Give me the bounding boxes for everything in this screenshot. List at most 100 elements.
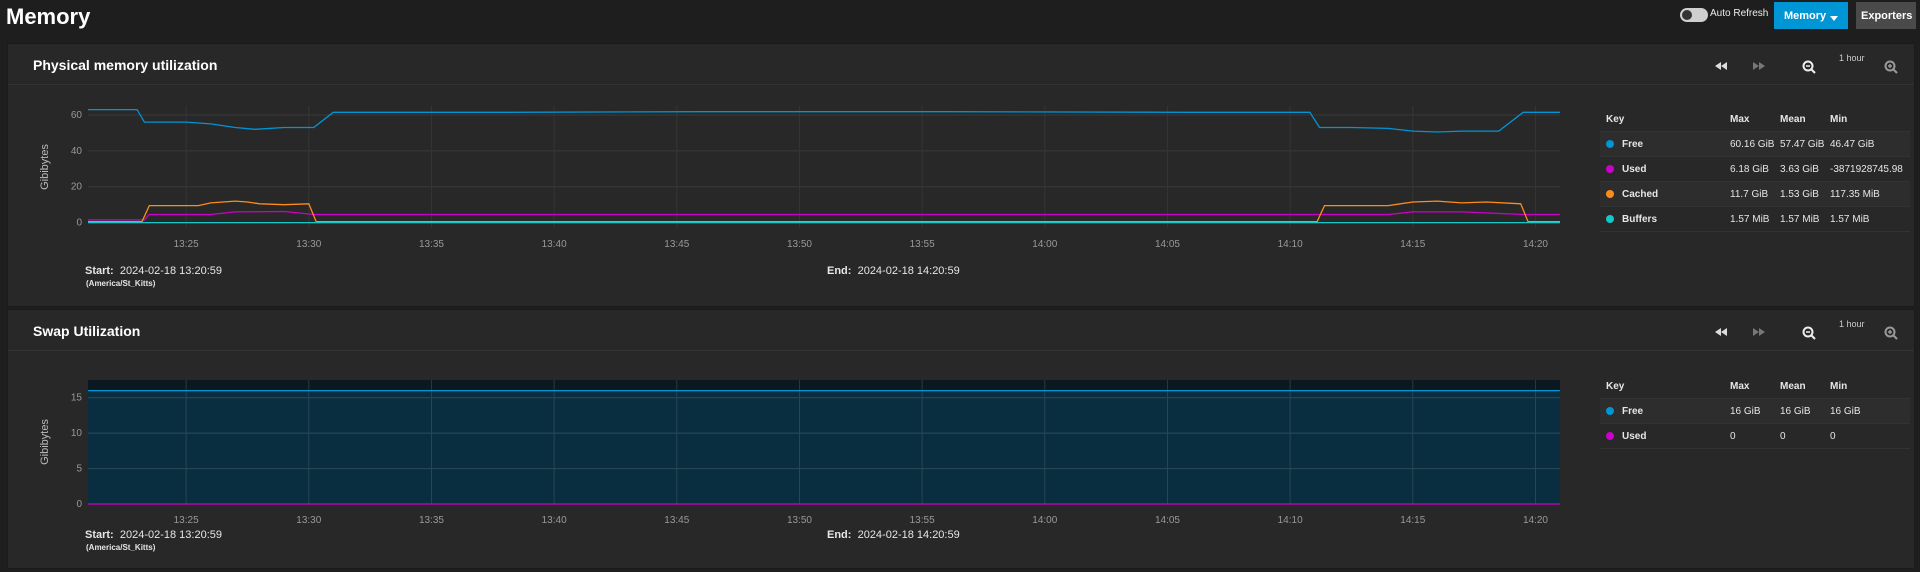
x-tick-label: 13:50 xyxy=(787,515,812,526)
x-tick-label: 14:05 xyxy=(1155,515,1180,526)
legend-mean: 57.47 GiB xyxy=(1780,139,1825,150)
legend-key-label: Used xyxy=(1622,431,1647,442)
chart-legend: Key Max Mean Min Free 60.16 GiB 57.47 Gi… xyxy=(1600,107,1910,232)
legend-header-max: Max xyxy=(1730,114,1750,125)
end-label: End: xyxy=(827,265,852,277)
legend-min: 0 xyxy=(1830,431,1836,442)
x-tick-label: 14:20 xyxy=(1523,239,1548,250)
exporters-button[interactable]: Exporters xyxy=(1856,2,1916,29)
timezone-label: (America/St_Kitts) xyxy=(86,279,156,288)
start-time: Start: 2024-02-18 13:20:59 xyxy=(85,529,222,541)
buffers-dot-icon xyxy=(1606,215,1614,223)
rewind-button[interactable] xyxy=(1714,326,1728,340)
swap-utilization-card: Swap Utilization 1 hour 0 5 10 15 13:25 13:30… xyxy=(8,310,1914,568)
chevron-down-icon xyxy=(1830,16,1838,21)
auto-refresh-toggle[interactable] xyxy=(1680,8,1708,22)
x-tick-label: 14:00 xyxy=(1032,239,1057,250)
legend-key: Buffers xyxy=(1606,214,1657,225)
toggle-knob xyxy=(1682,10,1692,20)
legend-header-min: Min xyxy=(1830,114,1848,125)
legend-max: 0 xyxy=(1730,431,1736,442)
legend-row-used[interactable]: Used 0 0 0 xyxy=(1600,424,1910,449)
cached-dot-icon xyxy=(1606,190,1614,198)
x-tick-label: 14:10 xyxy=(1278,239,1303,250)
auto-refresh-label: Auto Refresh xyxy=(1710,8,1769,19)
legend-min: 46.47 GiB xyxy=(1830,139,1875,150)
x-tick-label: 13:40 xyxy=(542,239,567,250)
x-tick-label: 14:15 xyxy=(1400,515,1425,526)
end-time: End: 2024-02-18 14:20:59 xyxy=(827,529,960,541)
end-value: 2024-02-18 14:20:59 xyxy=(857,265,960,277)
legend-row-cached[interactable]: Cached 11.7 GiB 1.53 GiB 117.35 MiB xyxy=(1600,182,1910,207)
end-time: End: 2024-02-18 14:20:59 xyxy=(827,265,960,277)
y-tick-label: 20 xyxy=(71,182,83,193)
x-tick-label: 14:05 xyxy=(1155,239,1180,250)
start-label: Start: xyxy=(85,265,114,277)
legend-max: 16 GiB xyxy=(1730,406,1761,417)
legend-row-free[interactable]: Free 16 GiB 16 GiB 16 GiB xyxy=(1600,399,1910,424)
y-axis-label: Gibibytes xyxy=(39,144,51,190)
y-tick-label: 60 xyxy=(71,110,83,121)
rewind-button[interactable] xyxy=(1714,60,1728,74)
legend-min: 16 GiB xyxy=(1830,406,1861,417)
memory-dropdown-button[interactable]: Memory xyxy=(1774,2,1848,29)
x-tick-label: 13:30 xyxy=(296,239,321,250)
x-tick-label: 13:45 xyxy=(664,239,689,250)
legend-key: Cached xyxy=(1606,189,1658,200)
time-range-label: 1 hour xyxy=(1839,319,1865,329)
fast-forward-button[interactable] xyxy=(1752,326,1766,340)
zoom-in-icon xyxy=(1884,326,1898,340)
legend-mean: 1.53 GiB xyxy=(1780,189,1819,200)
legend-header-max: Max xyxy=(1730,381,1750,392)
legend-min: 1.57 MiB xyxy=(1830,214,1870,225)
free-dot-icon xyxy=(1606,407,1614,415)
page-title: Memory xyxy=(6,4,91,29)
swap-utilization-chart: 0 5 10 15 13:25 13:30 13:35 13:40 13:45 13:50 13:5… xyxy=(39,380,1560,526)
legend-key: Used xyxy=(1606,164,1646,175)
x-tick-label: 14:20 xyxy=(1523,515,1548,526)
zoom-in-button[interactable] xyxy=(1884,326,1898,340)
legend-header-mean: Mean xyxy=(1780,114,1806,125)
legend-header-key: Key xyxy=(1606,114,1625,125)
fast-forward-button[interactable] xyxy=(1752,60,1766,74)
y-tick-label: 40 xyxy=(71,146,83,157)
start-time: Start: 2024-02-18 13:20:59 xyxy=(85,265,222,277)
end-value: 2024-02-18 14:20:59 xyxy=(857,529,960,541)
memory-button-label: Memory xyxy=(1784,10,1827,22)
legend-row-free[interactable]: Free 60.16 GiB 57.47 GiB 46.47 GiB xyxy=(1600,132,1910,157)
start-value: 2024-02-18 13:20:59 xyxy=(119,265,223,277)
x-tick-label: 13:45 xyxy=(664,515,689,526)
x-tick-label: 13:40 xyxy=(542,515,567,526)
series-area-free xyxy=(88,390,1560,504)
legend-mean: 1.57 MiB xyxy=(1780,214,1820,225)
zoom-out-button[interactable] xyxy=(1802,60,1816,74)
legend-key-label: Cached xyxy=(1622,189,1659,200)
x-tick-label: 14:15 xyxy=(1400,239,1425,250)
legend-key-label: Used xyxy=(1622,164,1647,175)
legend-max: 6.18 GiB xyxy=(1730,164,1769,175)
x-tick-label: 13:35 xyxy=(419,239,444,250)
legend-row-buffers[interactable]: Buffers 1.57 MiB 1.57 MiB 1.57 MiB xyxy=(1600,207,1910,232)
zoom-out-icon xyxy=(1802,326,1816,340)
x-tick-label: 13:25 xyxy=(174,239,199,250)
x-tick-label: 13:30 xyxy=(296,515,321,526)
top-bar: Memory Auto Refresh Memory Exporters xyxy=(0,0,1920,38)
y-tick-label: 5 xyxy=(76,464,82,475)
x-tick-label: 13:55 xyxy=(910,239,935,250)
legend-key-label: Free xyxy=(1622,139,1644,150)
legend-header: Key Max Mean Min xyxy=(1600,107,1910,132)
chart-legend: Key Max Mean Min Free 16 GiB 16 GiB 16 G… xyxy=(1600,374,1910,449)
timezone-label: (America/St_Kitts) xyxy=(86,543,156,552)
zoom-in-button[interactable] xyxy=(1884,60,1898,74)
physical-memory-chart: 0 20 40 60 13:25 13:30 13:35 13:40 13:45 13:50 13:… xyxy=(39,106,1560,250)
legend-mean: 3.63 GiB xyxy=(1780,164,1819,175)
x-tick-label: 14:00 xyxy=(1032,515,1057,526)
x-tick-label: 13:25 xyxy=(174,515,199,526)
legend-row-used[interactable]: Used 6.18 GiB 3.63 GiB -3871928745.98 xyxy=(1600,157,1910,182)
zoom-out-button[interactable] xyxy=(1802,326,1816,340)
start-label: Start: xyxy=(85,529,114,541)
x-tick-label: 13:50 xyxy=(787,239,812,250)
legend-key: Free xyxy=(1606,406,1643,417)
legend-max: 1.57 MiB xyxy=(1730,214,1770,225)
legend-min: 117.35 MiB xyxy=(1830,189,1880,200)
